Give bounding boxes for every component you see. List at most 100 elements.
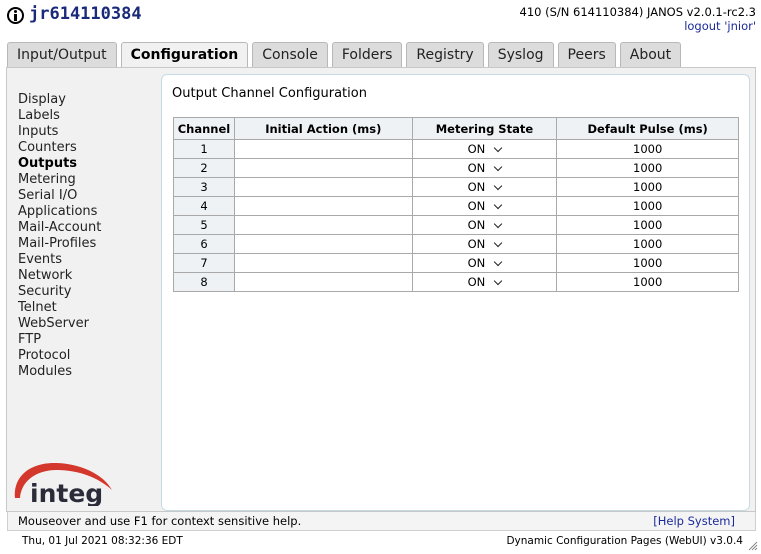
channel-cell: 2 (173, 158, 235, 178)
chevron-down-icon (494, 276, 503, 285)
default-pulse-cell[interactable]: 1000 (556, 253, 739, 273)
metering-state-select[interactable]: ON (411, 272, 558, 292)
initial-action-cell[interactable] (233, 253, 413, 273)
device-title: jr614110384 (29, 4, 142, 24)
tab-peers[interactable]: Peers (557, 42, 616, 68)
sidebar-item-applications[interactable]: Applications (18, 204, 158, 220)
sidebar-item-display[interactable]: Display (18, 92, 158, 108)
metering-state-value: ON (467, 199, 486, 213)
sidebar-item-network[interactable]: Network (18, 268, 158, 284)
initial-action-cell[interactable] (233, 196, 413, 216)
channel-cell: 1 (173, 139, 235, 159)
status-datetime: Thu, 01 Jul 2021 08:32:36 EDT (22, 535, 183, 547)
sidebar-item-ftp[interactable]: FTP (18, 332, 158, 348)
metering-state-select[interactable]: ON (411, 253, 558, 273)
metering-state-select[interactable]: ON (411, 215, 558, 235)
help-bar: Mouseover and use F1 for context sensiti… (7, 512, 756, 531)
header-bar: jr614110384 410 (S/N 614110384) JANOS v2… (0, 0, 761, 40)
initial-action-cell[interactable] (233, 177, 413, 197)
sidebar-item-events[interactable]: Events (18, 252, 158, 268)
tab-input-output[interactable]: Input/Output (7, 42, 117, 68)
tab-folders[interactable]: Folders (331, 42, 403, 68)
chevron-down-icon (494, 257, 503, 266)
sidebar-item-inputs[interactable]: Inputs (18, 124, 158, 140)
channel-cell: 6 (173, 234, 235, 254)
table-row: 1 ON 1000 (173, 139, 739, 159)
metering-state-value: ON (467, 142, 486, 156)
col-header-default-pulse: Default Pulse (ms) (556, 117, 739, 140)
sidebar-item-counters[interactable]: Counters (18, 140, 158, 156)
sidebar-item-webserver[interactable]: WebServer (18, 316, 158, 332)
sidebar-item-labels[interactable]: Labels (18, 108, 158, 124)
default-pulse-cell[interactable]: 1000 (556, 139, 739, 159)
panel-title: Output Channel Configuration (172, 86, 367, 101)
sidebar-item-security[interactable]: Security (18, 284, 158, 300)
table-row: 6 ON 1000 (173, 234, 739, 254)
tab-syslog[interactable]: Syslog (487, 42, 554, 68)
sidebar-item-mail-account[interactable]: Mail-Account (18, 220, 158, 236)
logo-text: integ (30, 479, 103, 506)
main-tabs: Input/Output Configuration Console Folde… (7, 42, 685, 69)
default-pulse-cell[interactable]: 1000 (556, 158, 739, 178)
table-row: 7 ON 1000 (173, 253, 739, 273)
default-pulse-cell[interactable]: 1000 (556, 234, 739, 254)
metering-state-value: ON (467, 218, 486, 232)
metering-state-select[interactable]: ON (411, 139, 558, 159)
metering-state-select[interactable]: ON (411, 158, 558, 178)
sidebar-item-metering[interactable]: Metering (18, 172, 158, 188)
chevron-down-icon (494, 181, 503, 190)
default-pulse-cell[interactable]: 1000 (556, 215, 739, 235)
table-row: 2 ON 1000 (173, 158, 739, 178)
config-sidebar: Display Labels Inputs Counters Outputs M… (18, 92, 158, 380)
initial-action-cell[interactable] (233, 272, 413, 292)
table-header-row: Channel Initial Action (ms) Metering Sta… (173, 117, 739, 140)
table-row: 5 ON 1000 (173, 215, 739, 235)
output-channel-table: Channel Initial Action (ms) Metering Sta… (173, 117, 739, 292)
sidebar-item-modules[interactable]: Modules (18, 364, 158, 380)
metering-state-value: ON (467, 180, 486, 194)
metering-state-select[interactable]: ON (411, 196, 558, 216)
sidebar-item-telnet[interactable]: Telnet (18, 300, 158, 316)
metering-state-select[interactable]: ON (411, 234, 558, 254)
configuration-frame: Display Labels Inputs Counters Outputs M… (6, 67, 756, 512)
metering-state-value: ON (467, 237, 486, 251)
table-row: 4 ON 1000 (173, 196, 739, 216)
chevron-down-icon (494, 162, 503, 171)
sidebar-item-serial-io[interactable]: Serial I/O (18, 188, 158, 204)
col-header-initial-action: Initial Action (ms) (233, 117, 413, 140)
table-row: 8 ON 1000 (173, 272, 739, 292)
col-header-channel: Channel (173, 117, 235, 140)
initial-action-cell[interactable] (233, 215, 413, 235)
tab-console[interactable]: Console (252, 42, 328, 68)
status-app-version: Dynamic Configuration Pages (WebUI) v3.0… (506, 535, 743, 547)
sidebar-item-protocol[interactable]: Protocol (18, 348, 158, 364)
chevron-down-icon (494, 238, 503, 247)
default-pulse-cell[interactable]: 1000 (556, 177, 739, 197)
chevron-down-icon (494, 200, 503, 209)
tab-registry[interactable]: Registry (406, 42, 484, 68)
logout-link[interactable]: logout 'jnior' (684, 19, 756, 33)
tab-configuration[interactable]: Configuration (120, 42, 249, 69)
tab-about[interactable]: About (619, 42, 682, 68)
info-icon[interactable] (7, 7, 24, 24)
sidebar-item-mail-profiles[interactable]: Mail-Profiles (18, 236, 158, 252)
resize-grip-icon[interactable] (746, 539, 758, 551)
channel-cell: 5 (173, 215, 235, 235)
metering-state-value: ON (467, 161, 486, 175)
channel-cell: 8 (173, 272, 235, 292)
integ-logo: integ (14, 462, 113, 506)
metering-state-select[interactable]: ON (411, 177, 558, 197)
output-config-panel: Output Channel Configuration Channel Ini… (161, 74, 750, 511)
col-header-metering-state: Metering State (411, 117, 558, 140)
status-bar: Thu, 01 Jul 2021 08:32:36 EDT Dynamic Co… (0, 531, 761, 554)
channel-cell: 7 (173, 253, 235, 273)
default-pulse-cell[interactable]: 1000 (556, 196, 739, 216)
initial-action-cell[interactable] (233, 158, 413, 178)
sidebar-item-outputs[interactable]: Outputs (18, 156, 158, 172)
table-row: 3 ON 1000 (173, 177, 739, 197)
default-pulse-cell[interactable]: 1000 (556, 272, 739, 292)
help-system-link[interactable]: [Help System] (653, 514, 735, 528)
initial-action-cell[interactable] (233, 139, 413, 159)
metering-state-value: ON (467, 275, 486, 289)
initial-action-cell[interactable] (233, 234, 413, 254)
